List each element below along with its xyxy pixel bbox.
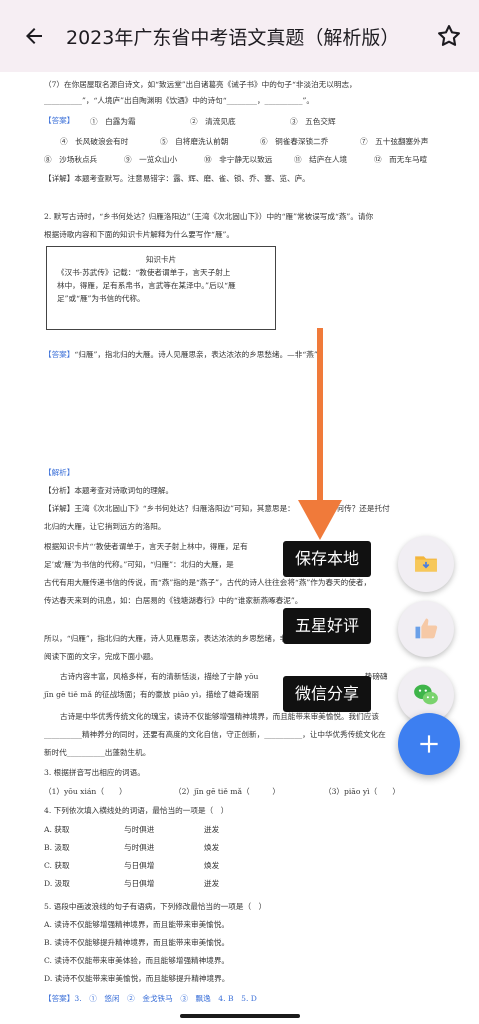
card-line: 足”或“雁”为书信的代称。	[57, 294, 145, 303]
q5-option: A. 读诗不仅能够增强精神境界，而且能带来审美愉悦。	[44, 920, 229, 929]
doc-line: jīn gē tiě mǎ 的征战场面；有的豪放 piāo yì，描绘了雄奇瑰丽	[44, 690, 260, 699]
q4-option: D. 汲取	[44, 879, 70, 888]
save-local-label[interactable]: 保存本地	[283, 541, 372, 577]
answer-tag: 【答案】	[44, 116, 75, 125]
q4-option: 与时俱进	[124, 843, 155, 852]
answer-item: ③ 五色交辉	[290, 117, 336, 126]
document-page[interactable]: （7）在你居屋取名源自诗文，如“致远堂”出自诸葛亮《诫子书》中的句子“非淡泊无以…	[0, 72, 479, 1007]
doc-line: __________精神养分的同时，还要有高度的文化自信，守正创新，______…	[44, 730, 386, 739]
q5-option: B. 读诗不仅能够提升精神境界，而且能带来审美愉悦。	[44, 938, 230, 947]
answer-item: ⑤ 自将磨洗认前朝	[160, 137, 229, 146]
star-outline-icon	[438, 25, 460, 46]
arrow-left-icon	[26, 28, 42, 44]
question-3: 3. 根据拼音写出相应的词语。	[44, 768, 145, 777]
answer-item: ⑪ 结庐在人境	[294, 155, 348, 164]
favorite-button[interactable]	[427, 14, 471, 58]
q3-option: （1）yōu xián（ ）	[44, 787, 127, 796]
q4-option: 与日俱增	[124, 861, 155, 870]
question-4: 4. 下列依次填入横线处的词语，最恰当的一项是（ ）	[44, 806, 229, 815]
q4-option: B. 汲取	[44, 843, 70, 852]
q4-option: A. 获取	[44, 825, 70, 834]
back-button[interactable]	[12, 14, 56, 58]
doc-line: 所以，“归雁”，指北归的大雁，诗人见雁思亲，表达浓浓的乡思愁绪，非“ ”。	[44, 634, 318, 643]
folder-download-icon	[415, 556, 437, 572]
card-title: 知识卡片	[145, 255, 177, 264]
q4-option: 焕发	[204, 843, 220, 852]
q5-option: D. 读诗不仅能带来审美愉悦，而且能够提升精神境界。	[44, 974, 230, 983]
doc-line: 北归的大雁，让它捎到远方的洛阳。	[44, 522, 166, 531]
doc-line: 【详解】本题考查默写。注意易错字：露、辉、磨、雀、锁、乔、塞、览、庐。	[44, 174, 310, 183]
answer-item: ① 白露为霜	[90, 117, 136, 126]
q4-option: 与日俱增	[124, 879, 155, 888]
answers-row: ⑧ 沙场秋点兵 ⑨ 一览众山小 ⑩ 非宁静无以致远 ⑪ 结庐在人境 ⑫ 而无车马…	[44, 154, 454, 165]
plus-icon	[420, 735, 438, 753]
rate-button[interactable]	[398, 601, 454, 657]
home-indicator[interactable]	[180, 1014, 300, 1018]
page-title: 2023年广东省中考语文真题（解析版）	[66, 26, 400, 49]
doc-line: 【详解】王湾《次北固山下》“乡书何处达？归雁洛阳边”可知，其意思是： ，家信何传…	[44, 504, 390, 513]
answer-item: ⑫ 而无车马喧	[374, 155, 428, 164]
q5-option: C. 读诗不仅能带来审美体验，而且能够增强精神境界。	[44, 956, 230, 965]
doc-line: 阅读下面的文字，完成下面小题。	[44, 652, 158, 661]
doc-line: 古诗是中华优秀传统文化的瑰宝，读诗不仅能够增强精神境界，而且能带来审美愉悦。我们…	[60, 712, 379, 721]
answer-text: “归雁”，指北归的大雁。诗人见雁思亲，表达浓浓的乡思愁绪。—非“燕”。	[74, 350, 326, 359]
top-app-bar: 2023年广东省中考语文真题（解析版）	[0, 0, 479, 72]
doc-line: （7）在你居屋取名源自诗文，如“致远堂”出自诸葛亮《诫子书》中的句子“非淡泊无以…	[44, 80, 357, 89]
doc-line: 【分析】本题考查对诗歌词句的理解。	[44, 486, 174, 495]
q4-option: 迸发	[204, 879, 220, 888]
system-nav-bar	[0, 1007, 479, 1024]
knowledge-card: 知识卡片 《汉书·苏武传》记载：“教使者谓单于，言天子射上 林中，得雁，足有系帛…	[46, 246, 276, 330]
q3-option: （2）jīn gē tiě mǎ（ ）	[174, 787, 280, 796]
q4-option: 与时俱进	[124, 825, 155, 834]
answer-item: ④ 长风破浪会有时	[60, 137, 129, 146]
answer-item: ② 清流见底	[190, 117, 236, 126]
doc-line: 2. 默写古诗时，“乡书何处达？归雁洛阳边”（王湾《次北固山下》）中的“雁”常被…	[44, 212, 374, 221]
q4-option: 迸发	[204, 825, 220, 834]
thumbs-up-icon	[415, 618, 438, 639]
q4-options: A. 获取 与时俱进 迸发 B. 汲取 与时俱进 焕发 C. 获取 与日俱增 焕…	[44, 824, 284, 889]
q3-options: （1）yōu xián（ ） （2）jīn gē tiě mǎ（ ） （3）pi…	[44, 786, 434, 797]
answer-item: ⑧ 沙场秋点兵	[44, 155, 98, 164]
analysis-tag: 【解析】	[44, 468, 75, 477]
final-answer: 【答案】3. ① 悠闲 ② 金戈铁马 ③ 飘逸 4. B 5. D	[44, 994, 257, 1003]
wechat-share-label[interactable]: 微信分享	[283, 676, 372, 712]
save-local-button[interactable]	[398, 536, 454, 592]
doc-line: __________”，“人境庐”出自陶渊明《饮酒》中的诗句“________，…	[44, 96, 315, 105]
answers-row: ① 白露为霜 ② 清流见底 ③ 五色交辉	[90, 116, 390, 127]
card-line: 林中，得雁，足有系帛书，言武等在某泽中。”后以“雁	[57, 281, 236, 290]
doc-line: 根据诗歌内容和下面的知识卡片解释为什么要写作“雁”。	[44, 230, 235, 239]
q3-option: （3）piāo yì（ ）	[324, 787, 400, 796]
answer-tag: 【答案】	[44, 350, 75, 359]
answer-item: ⑨ 一览众山小	[124, 155, 178, 164]
doc-line: 传达春天来到的讯息，如：白居易的《钱塘湖春行》中的“谁家新燕啄春泥”。	[44, 596, 303, 605]
speed-dial-button[interactable]	[398, 713, 460, 775]
answer-item: ⑩ 非宁静无以致远	[204, 155, 273, 164]
answers-row: ④ 长风破浪会有时 ⑤ 自将磨洗认前朝 ⑥ 铜雀春深锁二乔 ⑦ 五十弦翻塞外声	[60, 136, 460, 147]
q4-option: C. 获取	[44, 861, 70, 870]
doc-line: 新时代__________出蓬勃生机。	[44, 748, 151, 757]
rate-label[interactable]: 五星好评	[283, 608, 372, 644]
q4-option: 焕发	[204, 861, 220, 870]
question-5: 5. 语段中画波浪线的句子有语病，下列修改最恰当的一项是（ ）	[44, 902, 267, 911]
wechat-icon	[414, 684, 438, 705]
doc-line: 古代有用大雁传递书信的传说，而“燕”指的是“燕子”，古代的诗人往往会将“燕”作为…	[44, 578, 372, 587]
card-line: 《汉书·苏武传》记载：“教使者谓单于，言天子射上	[57, 268, 231, 277]
answer-item: ⑦ 五十弦翻塞外声	[360, 137, 429, 146]
answer-item: ⑥ 铜雀春深锁二乔	[260, 137, 329, 146]
